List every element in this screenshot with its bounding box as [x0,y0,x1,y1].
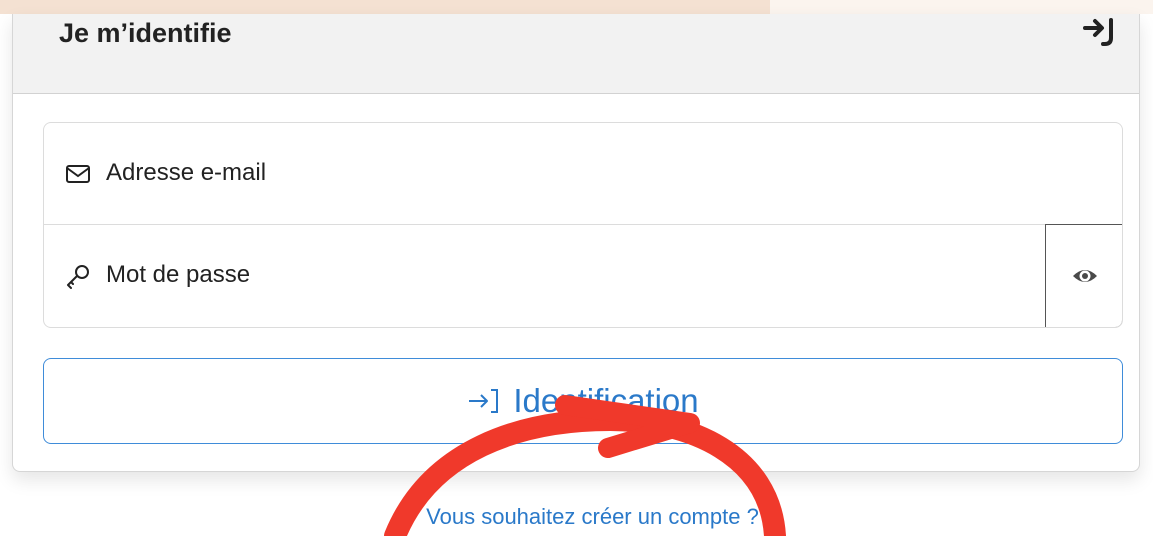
password-placeholder: Mot de passe [106,261,251,288]
login-card: Je m’identifie Adresse e-mail Mot de pas… [12,14,1140,472]
password-field[interactable]: Mot de passe [44,224,1122,327]
email-placeholder: Adresse e-mail [106,159,267,186]
login-button-label: Identification [513,382,699,419]
show-password-button[interactable] [1045,224,1122,327]
create-account-link[interactable]: Vous souhaitez créer un compte ? [0,504,1153,530]
key-icon [67,265,89,289]
login-arrow-icon [1083,18,1113,46]
email-field[interactable]: Adresse e-mail [44,123,1122,225]
create-account-label: Vous souhaitez créer un compte ? [426,504,759,529]
plus-circle-icon [395,507,415,527]
card-title: Je m’identifie [59,18,232,48]
envelope-icon [66,165,90,183]
login-arrow-icon [469,389,499,413]
eye-icon [1073,270,1097,282]
card-header: Je m’identifie [13,14,1139,94]
credentials-group: Adresse e-mail Mot de passe [43,122,1123,328]
login-button[interactable]: Identification [43,358,1123,444]
top-background-notch [770,0,1153,14]
